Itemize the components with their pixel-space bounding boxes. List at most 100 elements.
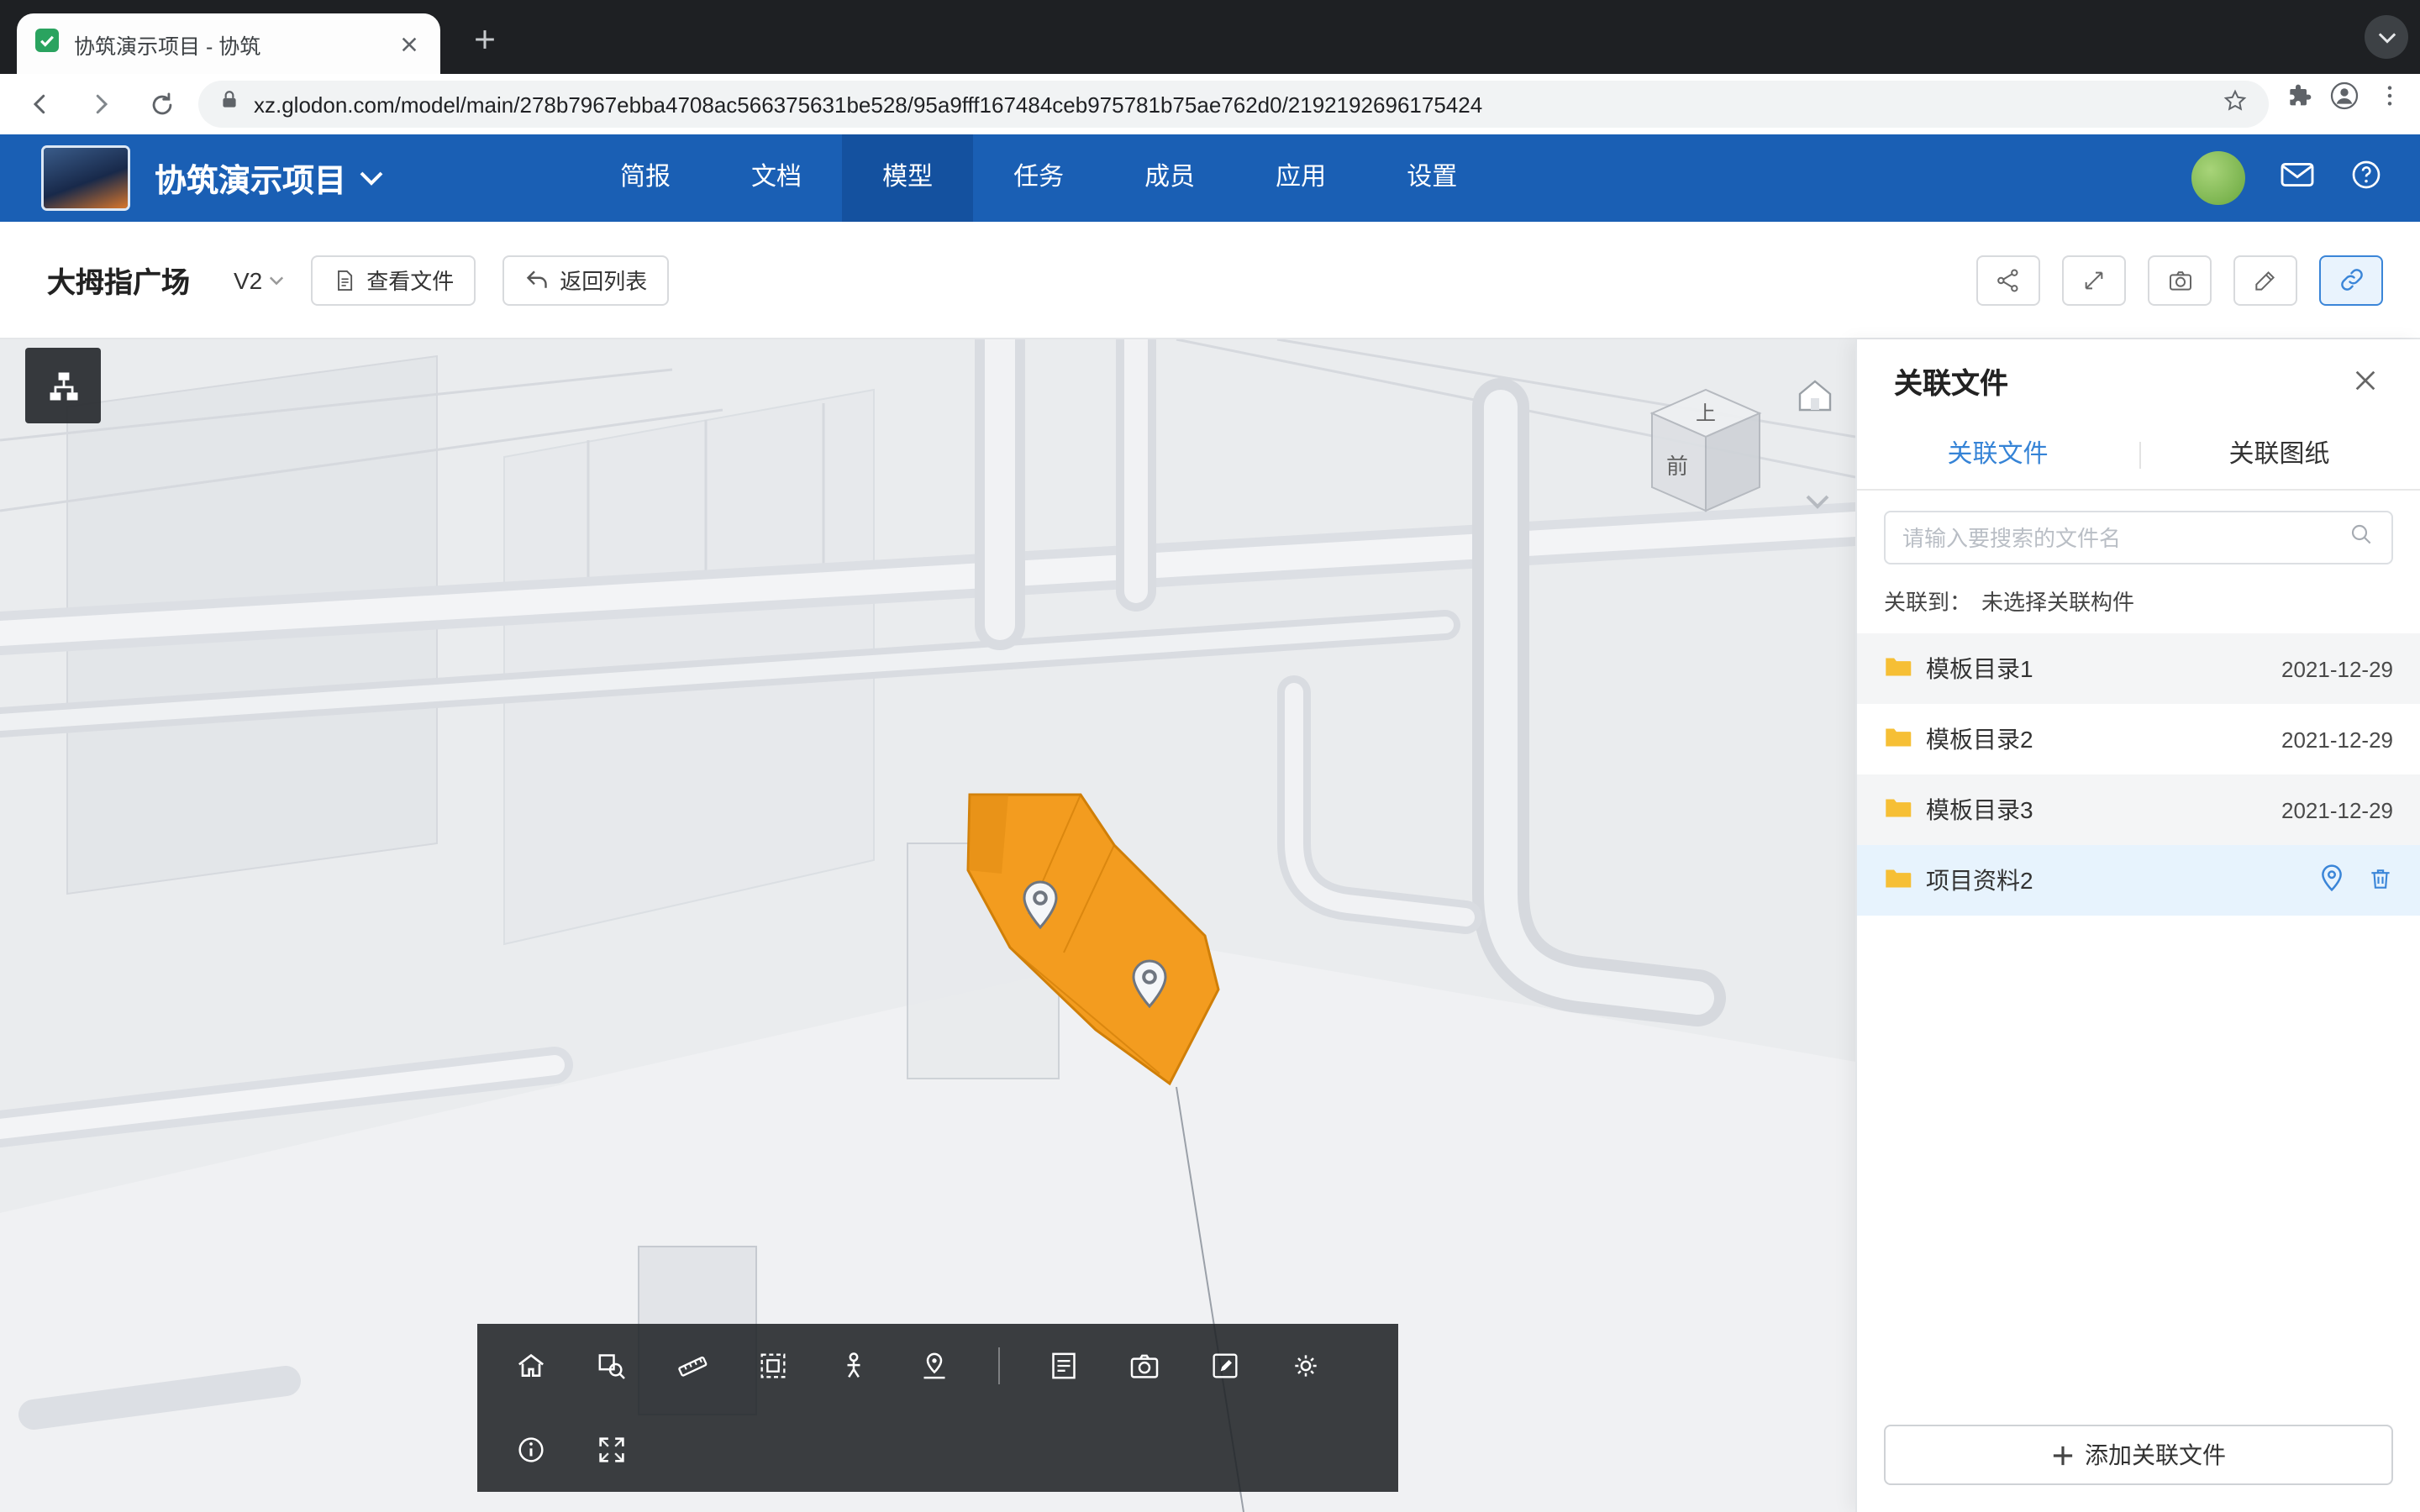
- folder-icon: [1884, 866, 1912, 895]
- mail-icon[interactable]: [2279, 159, 2316, 197]
- file-date: 2021-12-29: [2281, 797, 2393, 822]
- home-icon[interactable]: [514, 1349, 548, 1383]
- browser-menu-kebab-icon[interactable]: [2376, 82, 2403, 118]
- model-name: 大拇指广场: [47, 259, 190, 301]
- screen: 协筑演示项目 - 协筑 xz.: [0, 0, 2420, 1512]
- locate-pin-icon[interactable]: [2319, 864, 2344, 897]
- project-logo[interactable]: [44, 148, 128, 208]
- browser-tab[interactable]: 协筑演示项目 - 协筑: [17, 13, 440, 74]
- main-content: 上 前: [0, 339, 2420, 1512]
- lock-icon[interactable]: [218, 89, 240, 119]
- model-tree-button[interactable]: [25, 348, 101, 423]
- file-search-box: [1884, 511, 2393, 564]
- link-files-button[interactable]: [2319, 255, 2383, 305]
- markup-pen-icon[interactable]: [1208, 1349, 1242, 1383]
- project-title[interactable]: 协筑演示项目: [155, 134, 383, 222]
- bookmark-star-icon[interactable]: [2222, 87, 2249, 122]
- file-name: 模板目录3: [1926, 793, 2268, 827]
- back-to-list-button[interactable]: 返回列表: [502, 255, 669, 305]
- user-avatar[interactable]: [2191, 151, 2245, 205]
- view-file-button[interactable]: 查看文件: [311, 255, 476, 305]
- file-search-input[interactable]: [1902, 525, 2338, 550]
- add-linked-file-label: 添加关联文件: [2085, 1438, 2226, 1472]
- forward-icon[interactable]: [77, 81, 124, 128]
- toolbar-divider: [998, 1347, 1000, 1384]
- search-icon[interactable]: [2348, 520, 2375, 555]
- share-button[interactable]: [1976, 255, 2040, 305]
- info-icon[interactable]: [514, 1433, 548, 1467]
- tab-divider: [2139, 442, 2140, 469]
- snapshot-button[interactable]: [2148, 255, 2212, 305]
- viewer-toolbar: [477, 1324, 1398, 1492]
- file-row-3[interactable]: 模板目录3 2021-12-29: [1857, 774, 2420, 845]
- zoom-select-icon[interactable]: [595, 1349, 629, 1383]
- file-row-2[interactable]: 模板目录2 2021-12-29: [1857, 704, 2420, 774]
- extensions-puzzle-icon[interactable]: [2286, 82, 2312, 118]
- home-view-icon[interactable]: [1795, 376, 1835, 422]
- tab-linked-drawings[interactable]: 关联图纸: [2139, 420, 2420, 489]
- new-tab-button[interactable]: [464, 18, 504, 59]
- linked-to-line: 关联到： 未选择关联构件: [1884, 585, 2393, 617]
- delete-trash-icon[interactable]: [2368, 864, 2393, 896]
- nav-item-apps[interactable]: 应用: [1235, 134, 1366, 222]
- tab-search-button[interactable]: [2365, 15, 2408, 59]
- panel-title: 关联文件: [1894, 359, 2346, 401]
- section-box-icon[interactable]: [756, 1349, 790, 1383]
- version-selector[interactable]: V2: [234, 266, 284, 293]
- file-name: 模板目录2: [1926, 722, 2268, 756]
- nav-item-members[interactable]: 成员: [1104, 134, 1235, 222]
- nav-item-briefing[interactable]: 简报: [580, 134, 711, 222]
- model-viewport[interactable]: 上 前: [0, 339, 1855, 1512]
- folder-icon: [1884, 654, 1912, 683]
- back-icon[interactable]: [17, 81, 64, 128]
- nav-item-tasks[interactable]: 任务: [973, 134, 1104, 222]
- component-list-icon[interactable]: [1047, 1349, 1081, 1383]
- settings-gear-icon[interactable]: [1289, 1349, 1323, 1383]
- nav-item-documents[interactable]: 文档: [711, 134, 842, 222]
- site-favicon: [34, 26, 60, 61]
- browser-tab-strip: 协筑演示项目 - 协筑: [0, 0, 2420, 74]
- annotate-button[interactable]: [2233, 255, 2297, 305]
- walkthrough-person-icon[interactable]: [837, 1349, 871, 1383]
- app-header: 协筑演示项目 简报 文档 模型 任务 成员 应用 设置: [0, 134, 2420, 222]
- file-name: 模板目录1: [1926, 652, 2268, 685]
- nav-item-settings[interactable]: 设置: [1366, 134, 1497, 222]
- chevron-down-icon: [360, 160, 383, 197]
- file-date: 2021-12-29: [2281, 656, 2393, 681]
- help-icon[interactable]: [2349, 157, 2383, 199]
- profile-avatar-icon[interactable]: [2329, 81, 2360, 119]
- file-name: 项目资料2: [1926, 864, 2306, 897]
- waypoint-pin-icon[interactable]: [918, 1349, 951, 1383]
- main-nav: 简报 文档 模型 任务 成员 应用 设置: [580, 134, 1497, 222]
- tab-close-icon[interactable]: [393, 29, 424, 59]
- cube-chevron-down-icon[interactable]: [1805, 487, 1830, 517]
- cube-top-label: 上: [1696, 402, 1716, 425]
- project-title-text: 协筑演示项目: [155, 155, 346, 201]
- file-date: 2021-12-29: [2281, 727, 2393, 752]
- url-text[interactable]: xz.glodon.com/model/main/278b7967ebba470…: [254, 92, 2208, 117]
- tab-title: 协筑演示项目 - 协筑: [74, 28, 380, 60]
- cube-front-label: 前: [1666, 454, 1688, 479]
- add-linked-file-button[interactable]: 添加关联文件: [1884, 1425, 2393, 1485]
- browser-address-bar: xz.glodon.com/model/main/278b7967ebba470…: [0, 74, 2420, 134]
- measure-button[interactable]: [2062, 255, 2126, 305]
- panel-tabs: 关联文件 关联图纸: [1857, 420, 2420, 491]
- camera-icon[interactable]: [1128, 1349, 1161, 1383]
- omnibox[interactable]: xz.glodon.com/model/main/278b7967ebba470…: [198, 81, 2269, 128]
- folder-icon: [1884, 725, 1912, 753]
- linked-to-label: 关联到：: [1884, 585, 1971, 617]
- reload-icon[interactable]: [138, 81, 185, 128]
- navigation-cube[interactable]: 上 前: [1639, 373, 1773, 529]
- linked-to-value: 未选择关联构件: [1981, 585, 2134, 617]
- file-row-1[interactable]: 模板目录1 2021-12-29: [1857, 633, 2420, 704]
- view-file-label: 查看文件: [366, 264, 454, 296]
- file-row-4-selected[interactable]: 项目资料2: [1857, 845, 2420, 916]
- nav-item-model[interactable]: 模型: [842, 134, 973, 222]
- measure-icon[interactable]: [676, 1349, 709, 1383]
- model-toolbar: 大拇指广场 V2 查看文件 返回列表: [0, 222, 2420, 339]
- fullscreen-icon[interactable]: [595, 1433, 629, 1467]
- linked-files-panel: 关联文件 关联文件 关联图纸 关联到： 未选择关联构件: [1855, 339, 2420, 1512]
- folder-icon: [1884, 795, 1912, 824]
- tab-linked-files[interactable]: 关联文件: [1857, 420, 2139, 489]
- panel-close-icon[interactable]: [2346, 361, 2383, 398]
